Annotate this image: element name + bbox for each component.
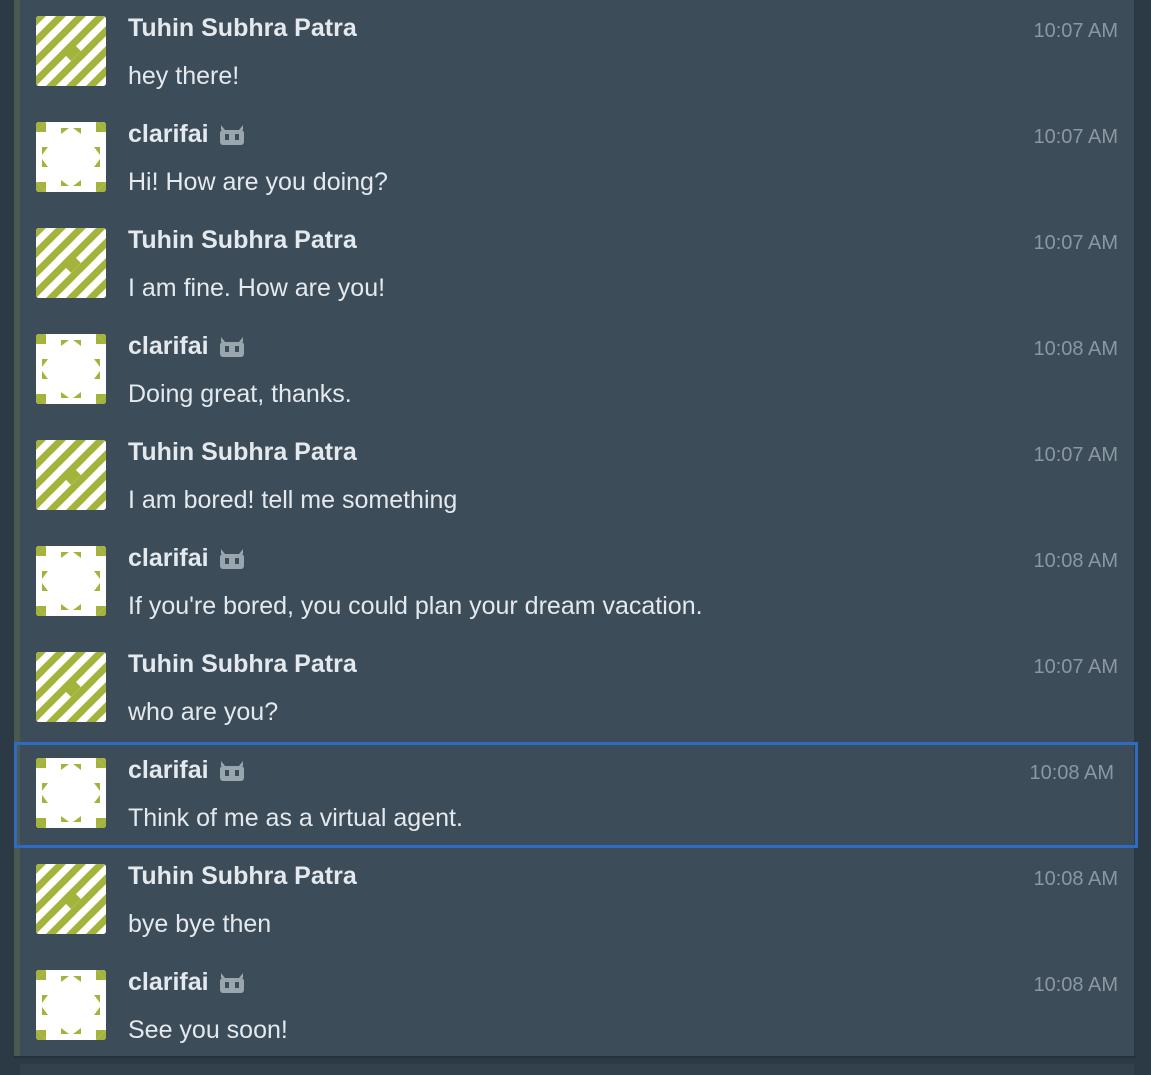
sender-name[interactable]: clarifai xyxy=(128,120,209,149)
sender-name[interactable]: clarifai xyxy=(128,332,209,361)
bot-badge-icon xyxy=(219,548,244,569)
message-composer-edge xyxy=(14,1056,1136,1075)
message-text: Hi! How are you doing? xyxy=(128,168,388,196)
bot-badge-icon xyxy=(219,972,244,993)
message-row[interactable]: clarifai 10:08 AM Think of me as a virtu… xyxy=(14,742,1138,848)
user-avatar[interactable] xyxy=(36,440,106,510)
sender-name[interactable]: Tuhin Subhra Patra xyxy=(128,14,357,43)
message-text: who are you? xyxy=(128,698,279,726)
sender-name[interactable]: Tuhin Subhra Patra xyxy=(128,438,357,467)
bot-avatar[interactable] xyxy=(36,546,106,616)
bot-avatar[interactable] xyxy=(36,970,106,1040)
bot-avatar[interactable] xyxy=(36,758,106,828)
message-row[interactable]: Tuhin Subhra Patra 10:07 AM I am bored! … xyxy=(20,424,1140,530)
message-row[interactable]: Tuhin Subhra Patra 10:07 AM hey there! xyxy=(20,0,1140,106)
message-text: If you're bored, you could plan your dre… xyxy=(128,592,703,620)
message-timestamp[interactable]: 10:08 AM xyxy=(1033,868,1118,891)
message-row[interactable]: clarifai 10:08 AM If you're bored, you c… xyxy=(20,530,1140,636)
message-row[interactable]: clarifai 10:08 AM See you soon! xyxy=(20,954,1140,1060)
message-timestamp[interactable]: 10:07 AM xyxy=(1033,656,1118,679)
sender-name[interactable]: clarifai xyxy=(128,756,209,785)
message-text: hey there! xyxy=(128,62,240,90)
message-text: Think of me as a virtual agent. xyxy=(128,804,463,832)
bot-badge-icon xyxy=(219,760,244,781)
message-timestamp[interactable]: 10:07 AM xyxy=(1033,126,1118,149)
sender-name[interactable]: Tuhin Subhra Patra xyxy=(128,862,357,891)
message-row[interactable]: clarifai 10:08 AM Doing great, thanks. xyxy=(20,318,1140,424)
message-text: bye bye then xyxy=(128,910,272,938)
message-row[interactable]: clarifai 10:07 AM Hi! How are you doing? xyxy=(20,106,1140,212)
bot-badge-icon xyxy=(219,336,244,357)
user-avatar[interactable] xyxy=(36,652,106,722)
bot-avatar[interactable] xyxy=(36,122,106,192)
user-avatar[interactable] xyxy=(36,228,106,298)
sender-name[interactable]: Tuhin Subhra Patra xyxy=(128,650,357,679)
message-timestamp[interactable]: 10:07 AM xyxy=(1033,20,1118,43)
sender-name[interactable]: Tuhin Subhra Patra xyxy=(128,226,357,255)
bot-avatar[interactable] xyxy=(36,334,106,404)
message-row[interactable]: Tuhin Subhra Patra 10:07 AM I am fine. H… xyxy=(20,212,1140,318)
sender-name[interactable]: clarifai xyxy=(128,968,209,997)
message-row[interactable]: Tuhin Subhra Patra 10:08 AM bye bye then xyxy=(20,848,1140,954)
message-text: I am fine. How are you! xyxy=(128,274,386,302)
message-timestamp[interactable]: 10:08 AM xyxy=(1033,550,1118,573)
message-list[interactable]: Tuhin Subhra Patra 10:07 AM hey there! c… xyxy=(14,0,1138,1056)
message-timestamp[interactable]: 10:08 AM xyxy=(1029,762,1114,785)
user-avatar[interactable] xyxy=(36,16,106,86)
message-text: See you soon! xyxy=(128,1016,288,1044)
bot-badge-icon xyxy=(219,124,244,145)
user-avatar[interactable] xyxy=(36,864,106,934)
message-timestamp[interactable]: 10:08 AM xyxy=(1033,338,1118,361)
message-text: Doing great, thanks. xyxy=(128,380,352,408)
message-timestamp[interactable]: 10:07 AM xyxy=(1033,444,1118,467)
sender-name[interactable]: clarifai xyxy=(128,544,209,573)
message-timestamp[interactable]: 10:08 AM xyxy=(1033,974,1118,997)
message-timestamp[interactable]: 10:07 AM xyxy=(1033,232,1118,255)
message-row[interactable]: Tuhin Subhra Patra 10:07 AM who are you? xyxy=(20,636,1140,742)
message-text: I am bored! tell me something xyxy=(128,486,458,514)
